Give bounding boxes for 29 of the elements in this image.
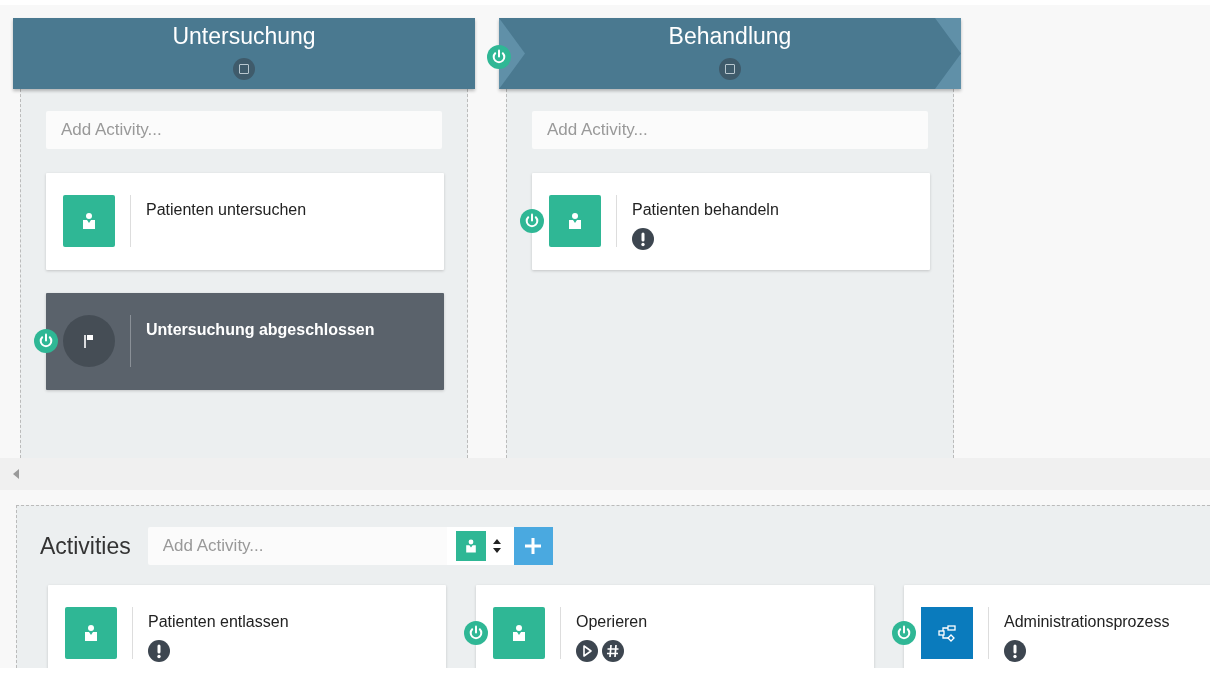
activity-title: Patienten behandeln	[632, 201, 779, 219]
stage-title: Behandlung	[668, 23, 792, 50]
add-activity-field[interactable]: Add Activity...	[46, 111, 442, 149]
collapse-button[interactable]	[233, 58, 255, 80]
add-activity-field[interactable]: Add Activity...	[147, 527, 447, 565]
person-icon	[455, 531, 486, 561]
activity-title: Patienten untersuchen	[146, 201, 307, 219]
activity-card[interactable]: Patienten untersuchen	[46, 173, 444, 270]
activity-title: Administrationsprozess	[1004, 613, 1170, 631]
add-activity-field[interactable]: Add Activity...	[532, 111, 928, 149]
activity-card[interactable]: Patienten entlassen	[48, 585, 446, 668]
scroll-left-icon[interactable]	[12, 468, 20, 480]
activity-card[interactable]: Operieren	[476, 585, 874, 668]
plus-icon	[523, 536, 544, 556]
activity-title: Untersuchung abgeschlossen	[146, 321, 375, 339]
collapse-button[interactable]	[719, 58, 741, 80]
stage-header[interactable]: Untersuchung	[13, 18, 475, 89]
milestone-card[interactable]: Untersuchung abgeschlossen	[46, 293, 444, 390]
activity-title: Patienten entlassen	[148, 613, 289, 631]
header-tip	[935, 18, 961, 89]
stage-title: Untersuchung	[172, 23, 316, 50]
activity-type-select[interactable]	[446, 527, 514, 565]
activity-title: Operieren	[576, 613, 648, 631]
activity-card[interactable]: Patienten behandeln	[532, 173, 930, 270]
sort-icon	[491, 537, 502, 555]
panel-title: Activities	[40, 532, 131, 560]
add-button[interactable]	[513, 527, 553, 565]
activity-card[interactable]: Administrationsprozess	[904, 585, 1210, 668]
stage-header[interactable]: Behandlung	[499, 18, 961, 89]
